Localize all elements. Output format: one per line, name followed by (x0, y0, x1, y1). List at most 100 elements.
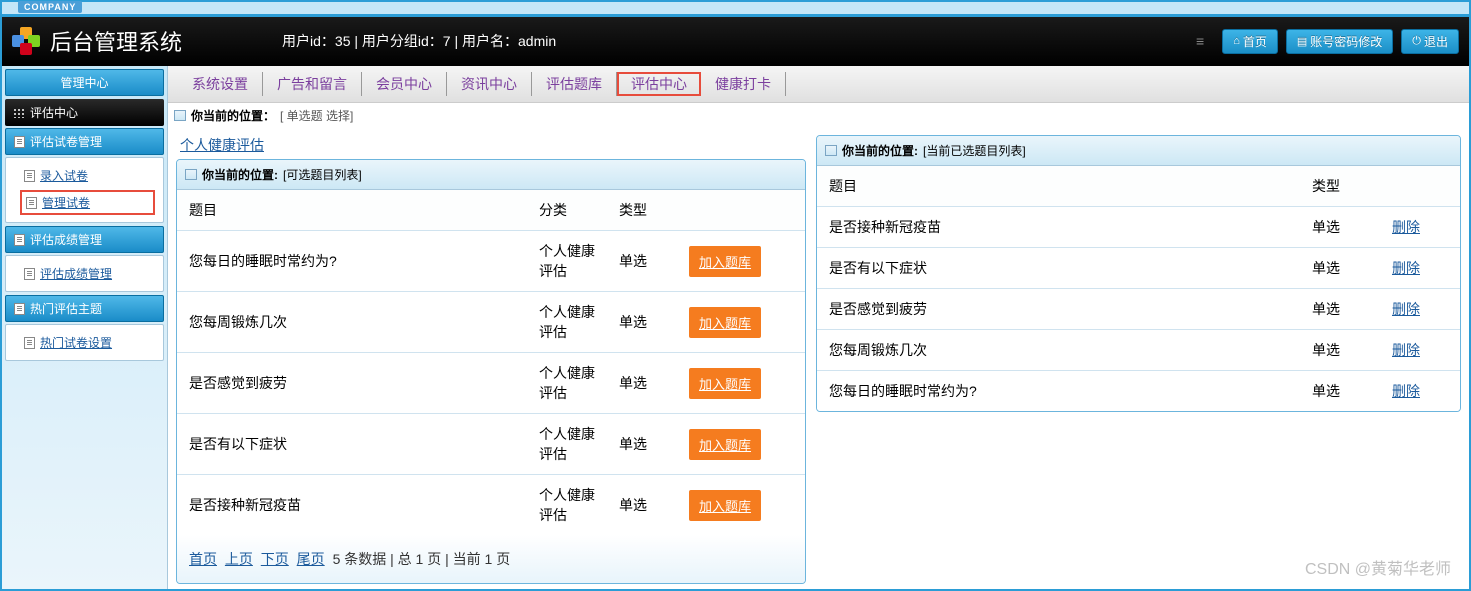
cell-type: 单选 (607, 414, 677, 475)
menubar: 系统设置广告和留言会员中心资讯中心评估题库评估中心健康打卡 (168, 66, 1469, 103)
doc-icon (24, 170, 35, 182)
cell-question: 是否有以下症状 (817, 248, 1300, 289)
menu-item[interactable]: 会员中心 (362, 72, 447, 96)
sidebar: 管理中心 评估中心 评估试卷管理录入试卷管理试卷评估成绩管理评估成绩管理热门评估… (2, 66, 167, 589)
table-row: 您每日的睡眠时常约为? 单选 删除 (817, 371, 1460, 412)
delete-link[interactable]: 删除 (1392, 342, 1420, 358)
add-button[interactable]: 加入题库 (689, 490, 761, 521)
home-icon: ⌂ (1233, 35, 1240, 47)
pager-first[interactable]: 首页 (189, 551, 217, 567)
table-row: 是否感觉到疲劳 单选 删除 (817, 289, 1460, 330)
page-icon (825, 145, 837, 156)
doc-icon (24, 268, 35, 280)
cell-question: 您每日的睡眠时常约为? (817, 371, 1300, 412)
table-row: 您每周锻炼几次 单选 删除 (817, 330, 1460, 371)
category-link[interactable]: 个人健康评估 (176, 133, 268, 157)
table-header: 题目 (177, 190, 527, 231)
available-panel: 你当前的位置: [可选题目列表] 题目分类类型 您每日的睡眠时常约为? 个人健康… (176, 159, 806, 584)
doc-icon (24, 337, 35, 349)
add-button[interactable]: 加入题库 (689, 307, 761, 338)
pager: 首页 上页 下页 尾页 5 条数据 | 总 1 页 | 当前 1 页 (177, 535, 805, 583)
sidebar-header: 管理中心 (5, 69, 164, 96)
cell-question: 是否感觉到疲劳 (817, 289, 1300, 330)
table-row: 您每日的睡眠时常约为? 个人健康评估 单选 加入题库 (177, 231, 805, 292)
cell-type: 单选 (1300, 248, 1380, 289)
cell-type: 单选 (1300, 330, 1380, 371)
table-row: 是否接种新冠疫苗 单选 删除 (817, 207, 1460, 248)
delete-link[interactable]: 删除 (1392, 301, 1420, 317)
menu-item[interactable]: 健康打卡 (701, 72, 786, 96)
pager-last[interactable]: 尾页 (297, 551, 325, 567)
sidebar-item[interactable]: 管理试卷 (20, 190, 155, 215)
cell-type: 单选 (607, 475, 677, 536)
table-row: 是否有以下症状 单选 删除 (817, 248, 1460, 289)
add-button[interactable]: 加入题库 (689, 429, 761, 460)
menu-item[interactable]: 系统设置 (178, 72, 263, 96)
menu-item[interactable]: 广告和留言 (263, 72, 362, 96)
table-header: 类型 (1300, 166, 1380, 207)
sidebar-item[interactable]: 评估成绩管理 (6, 261, 163, 286)
add-button[interactable]: 加入题库 (689, 368, 761, 399)
pager-prev[interactable]: 上页 (225, 551, 253, 567)
table-row: 您每周锻炼几次 个人健康评估 单选 加入题库 (177, 292, 805, 353)
table-row: 是否接种新冠疫苗 个人健康评估 单选 加入题库 (177, 475, 805, 536)
sidebar-item[interactable]: 录入试卷 (6, 163, 163, 188)
cell-question: 是否感觉到疲劳 (177, 353, 527, 414)
user-info: 用户id：35 | 用户分组id：7 | 用户名：admin (282, 31, 556, 51)
table-row: 是否感觉到疲劳 个人健康评估 单选 加入题库 (177, 353, 805, 414)
table-row: 是否有以下症状 个人健康评估 单选 加入题库 (177, 414, 805, 475)
cell-type: 单选 (1300, 289, 1380, 330)
account-button[interactable]: ▤账号密码修改 (1286, 29, 1393, 54)
cell-question: 您每周锻炼几次 (817, 330, 1300, 371)
cell-type: 单选 (1300, 207, 1380, 248)
available-table: 题目分类类型 您每日的睡眠时常约为? 个人健康评估 单选 加入题库您每周锻炼几次… (177, 190, 805, 535)
grid-icon (13, 108, 25, 118)
cell-type: 单选 (607, 231, 677, 292)
menu-item[interactable]: 资讯中心 (447, 72, 532, 96)
cell-type: 单选 (607, 353, 677, 414)
delete-link[interactable]: 删除 (1392, 260, 1420, 276)
logout-button[interactable]: ⏻退出 (1401, 29, 1459, 54)
delete-link[interactable]: 删除 (1392, 383, 1420, 399)
sidebar-section[interactable]: 评估中心 (5, 99, 164, 126)
sidebar-item[interactable]: 热门试卷设置 (6, 330, 163, 355)
pager-next[interactable]: 下页 (261, 551, 289, 567)
app-title: 后台管理系统 (50, 25, 182, 57)
cell-category: 个人健康评估 (527, 231, 607, 292)
cell-category: 个人健康评估 (527, 414, 607, 475)
selected-table: 题目类型 是否接种新冠疫苗 单选 删除是否有以下症状 单选 删除是否感觉到疲劳 … (817, 166, 1460, 411)
cell-category: 个人健康评估 (527, 292, 607, 353)
pager-info: 5 条数据 | 总 1 页 | 当前 1 页 (333, 551, 511, 567)
table-header: 题目 (817, 166, 1300, 207)
cell-question: 是否接种新冠疫苗 (817, 207, 1300, 248)
table-header (677, 190, 805, 231)
delete-link[interactable]: 删除 (1392, 219, 1420, 235)
breadcrumb: 你当前的位置： [ 单选题 选择] (168, 103, 1469, 128)
cell-category: 个人健康评估 (527, 475, 607, 536)
home-button[interactable]: ⌂首页 (1222, 29, 1278, 54)
page-icon (185, 169, 197, 180)
cell-question: 您每周锻炼几次 (177, 292, 527, 353)
add-button[interactable]: 加入题库 (689, 246, 761, 277)
table-header (1380, 166, 1460, 207)
doc-icon (14, 303, 25, 315)
sidebar-group[interactable]: 评估试卷管理 (5, 128, 164, 155)
page-icon (174, 110, 186, 121)
sidebar-group[interactable]: 热门评估主题 (5, 295, 164, 322)
doc-icon (14, 234, 25, 246)
sidebar-group[interactable]: 评估成绩管理 (5, 226, 164, 253)
cell-question: 是否有以下症状 (177, 414, 527, 475)
menu-icon[interactable]: ≡ (1196, 33, 1204, 49)
cell-category: 个人健康评估 (527, 353, 607, 414)
cell-type: 单选 (607, 292, 677, 353)
menu-item[interactable]: 评估题库 (532, 72, 617, 96)
power-icon: ⏻ (1412, 35, 1421, 48)
cell-question: 是否接种新冠疫苗 (177, 475, 527, 536)
selected-panel: 你当前的位置: [当前已选题目列表] 题目类型 是否接种新冠疫苗 单选 删除是否… (816, 135, 1461, 412)
topbar: 后台管理系统 用户id：35 | 用户分组id：7 | 用户名：admin ≡ … (2, 14, 1469, 66)
logo-icon (12, 27, 40, 55)
table-header: 分类 (527, 190, 607, 231)
cell-question: 您每日的睡眠时常约为? (177, 231, 527, 292)
table-header: 类型 (607, 190, 677, 231)
menu-item[interactable]: 评估中心 (617, 72, 701, 96)
